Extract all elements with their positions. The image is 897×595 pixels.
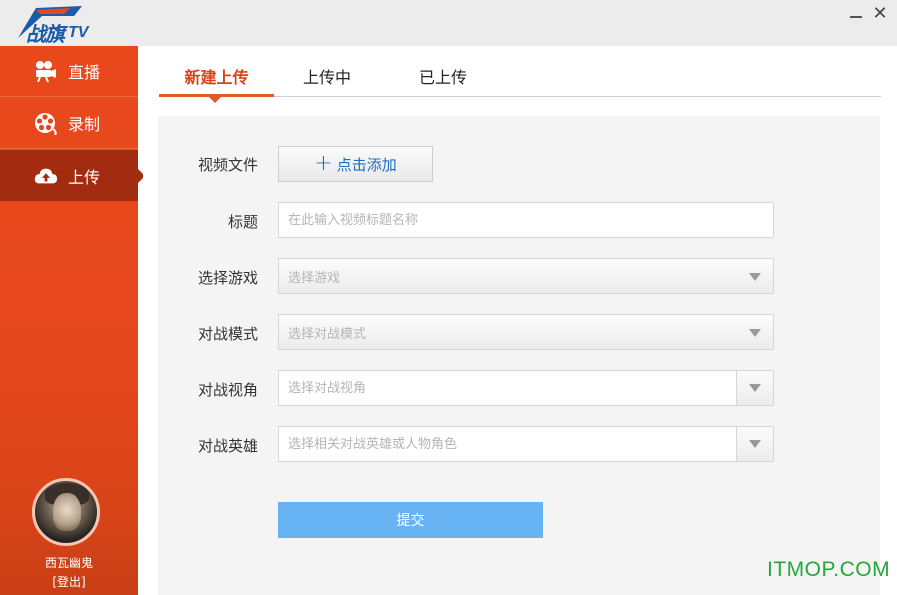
watermark: ITMOP.COM — [767, 558, 891, 581]
username: 西瓦幽鬼 — [44, 556, 93, 570]
add-file-button[interactable]: + 点击添加 — [278, 146, 433, 182]
logout-link[interactable]: [登出] — [0, 573, 138, 590]
dropdown-arrow-icon[interactable] — [736, 371, 773, 405]
mode-select[interactable]: 选择对战模式 — [278, 314, 774, 350]
logo-text: 战旗 — [26, 22, 65, 46]
mode-label: 对战模式 — [197, 325, 258, 343]
dropdown-arrow-icon[interactable] — [736, 427, 773, 461]
game-label: 选择游戏 — [197, 269, 258, 287]
sidebar-item-label: 录制 — [68, 115, 101, 134]
view-combo — [278, 370, 774, 406]
dropdown-arrow-icon — [749, 329, 761, 337]
view-input[interactable] — [288, 371, 773, 405]
avatar[interactable] — [32, 478, 100, 546]
title-input[interactable] — [288, 203, 773, 237]
sidebar-item-label: 上传 — [68, 167, 101, 187]
hero-label: 对战英雄 — [197, 437, 258, 455]
title-label: 标题 — [227, 213, 258, 231]
hero-combo — [278, 426, 774, 462]
mode-select-value: 选择对战模式 — [288, 326, 367, 342]
main-content: 新建上传 上传中 已上传 视频文件 + 点击添加 标题 选择游戏 选择游戏 对战… — [143, 46, 897, 595]
tab-uploading[interactable]: 上传中 — [303, 64, 351, 97]
view-label: 对战视角 — [197, 381, 258, 399]
dropdown-arrow-icon — [749, 273, 761, 281]
sidebar-item-upload[interactable]: 上传 — [0, 150, 145, 201]
video-file-label: 视频文件 — [197, 156, 258, 174]
sidebar-item-live[interactable]: 直播 — [0, 46, 138, 97]
camera-icon — [34, 59, 58, 83]
add-file-label: 点击添加 — [336, 155, 397, 174]
title-field-wrap — [278, 202, 774, 238]
sidebar-item-label: 直播 — [68, 63, 101, 82]
app-logo: 战旗 TV — [12, 4, 90, 46]
plus-icon: + — [314, 151, 333, 176]
tab-uploaded[interactable]: 已上传 — [419, 64, 467, 97]
title-bar: 战旗 TV ✕ — [0, 0, 897, 46]
game-select[interactable]: 选择游戏 — [278, 258, 774, 294]
cloud-upload-icon — [34, 164, 58, 188]
close-button[interactable]: ✕ — [870, 4, 890, 24]
film-reel-icon — [34, 111, 58, 135]
sidebar: 直播 录制 上传 西瓦幽鬼 [登出] — [0, 46, 145, 595]
submit-button[interactable]: 提交 — [278, 502, 543, 538]
logo-tv: TV — [68, 24, 89, 41]
upload-form: 视频文件 + 点击添加 标题 选择游戏 选择游戏 对战模式 选择对战模式 对战视… — [158, 116, 880, 595]
tab-bar: 新建上传 上传中 已上传 — [159, 46, 881, 103]
tab-new-upload[interactable]: 新建上传 — [159, 64, 274, 103]
sidebar-item-record[interactable]: 录制 — [0, 98, 138, 149]
game-select-value: 选择游戏 — [288, 270, 341, 286]
hero-input[interactable] — [288, 427, 773, 461]
minimize-button[interactable] — [846, 4, 866, 24]
